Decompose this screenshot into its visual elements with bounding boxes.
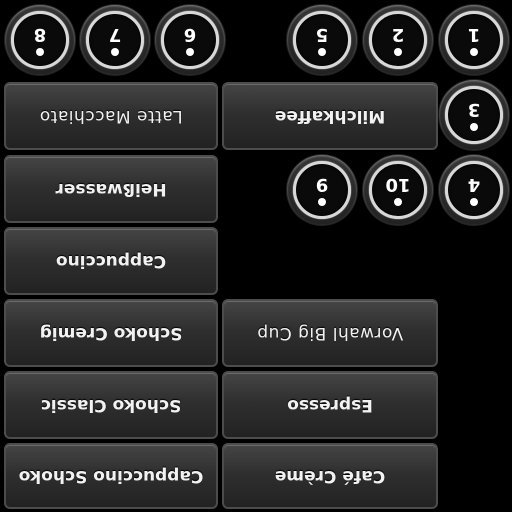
schoko-classic-button[interactable]: Schoko Classic — [4, 371, 218, 439]
key-ring: 2 — [369, 11, 427, 69]
schoko-cremig-button[interactable]: Schoko Cremig — [4, 299, 218, 367]
key-7[interactable]: 7 — [80, 5, 150, 75]
key-dot — [470, 48, 478, 56]
key-label: 9 — [315, 174, 329, 195]
key-3[interactable]: 3 — [439, 80, 509, 150]
key-dot — [470, 198, 478, 206]
key-label: 2 — [391, 24, 405, 45]
key-label: 5 — [315, 24, 329, 45]
key-2[interactable]: 2 — [363, 5, 433, 75]
key-5[interactable]: 5 — [287, 5, 357, 75]
key-ring: 8 — [11, 11, 69, 69]
button-label: Espresso — [287, 395, 373, 415]
key-ring: 10 — [369, 161, 427, 219]
key-dot — [318, 48, 326, 56]
key-label: 7 — [108, 24, 122, 45]
key-ring: 1 — [445, 11, 503, 69]
key-6[interactable]: 6 — [155, 5, 225, 75]
cappuccino-button[interactable]: Cappuccino — [4, 227, 218, 295]
key-dot — [186, 48, 194, 56]
key-8[interactable]: 8 — [5, 5, 75, 75]
vorwahl-big-cup-button[interactable]: Vorwahl Big Cup — [222, 299, 438, 367]
cafe-creme-button[interactable]: Café Crème — [222, 443, 438, 509]
key-ring: 5 — [293, 11, 351, 69]
key-dot — [394, 48, 402, 56]
key-label: 10 — [385, 174, 411, 195]
key-label: 8 — [33, 24, 47, 45]
key-label: 1 — [467, 24, 481, 45]
milchkaffee-button[interactable]: Milchkaffee — [222, 82, 438, 150]
button-label: Vorwahl Big Cup — [256, 323, 404, 343]
latte-macchiato-button[interactable]: Latte Macchiato — [4, 82, 218, 150]
key-9[interactable]: 9 — [287, 155, 357, 225]
key-dot — [318, 198, 326, 206]
key-ring: 9 — [293, 161, 351, 219]
key-label: 3 — [467, 99, 481, 120]
button-label: Café Crème — [274, 466, 386, 486]
espresso-button[interactable]: Espresso — [222, 371, 438, 439]
heisswasser-button[interactable]: Heißwasser — [4, 155, 218, 223]
button-label: Schoko Classic — [40, 395, 182, 415]
key-dot — [111, 48, 119, 56]
key-dot — [36, 48, 44, 56]
cappuccino-schoko-button[interactable]: Cappuccino Schoko — [4, 443, 218, 509]
button-label: Latte Macchiato — [39, 106, 183, 126]
key-ring: 4 — [445, 161, 503, 219]
key-dot — [470, 123, 478, 131]
key-label: 6 — [183, 24, 197, 45]
button-label: Milchkaffee — [274, 106, 386, 126]
button-label: Cappuccino — [55, 251, 167, 271]
key-ring: 3 — [445, 86, 503, 144]
key-1[interactable]: 1 — [439, 5, 509, 75]
key-ring: 7 — [86, 11, 144, 69]
button-label: Schoko Cremig — [39, 323, 183, 343]
key-4[interactable]: 4 — [439, 155, 509, 225]
key-dot — [394, 198, 402, 206]
button-label: Cappuccino Schoko — [18, 466, 204, 486]
button-label: Heißwasser — [55, 179, 167, 199]
key-10[interactable]: 10 — [363, 155, 433, 225]
key-ring: 6 — [161, 11, 219, 69]
key-label: 4 — [467, 174, 481, 195]
